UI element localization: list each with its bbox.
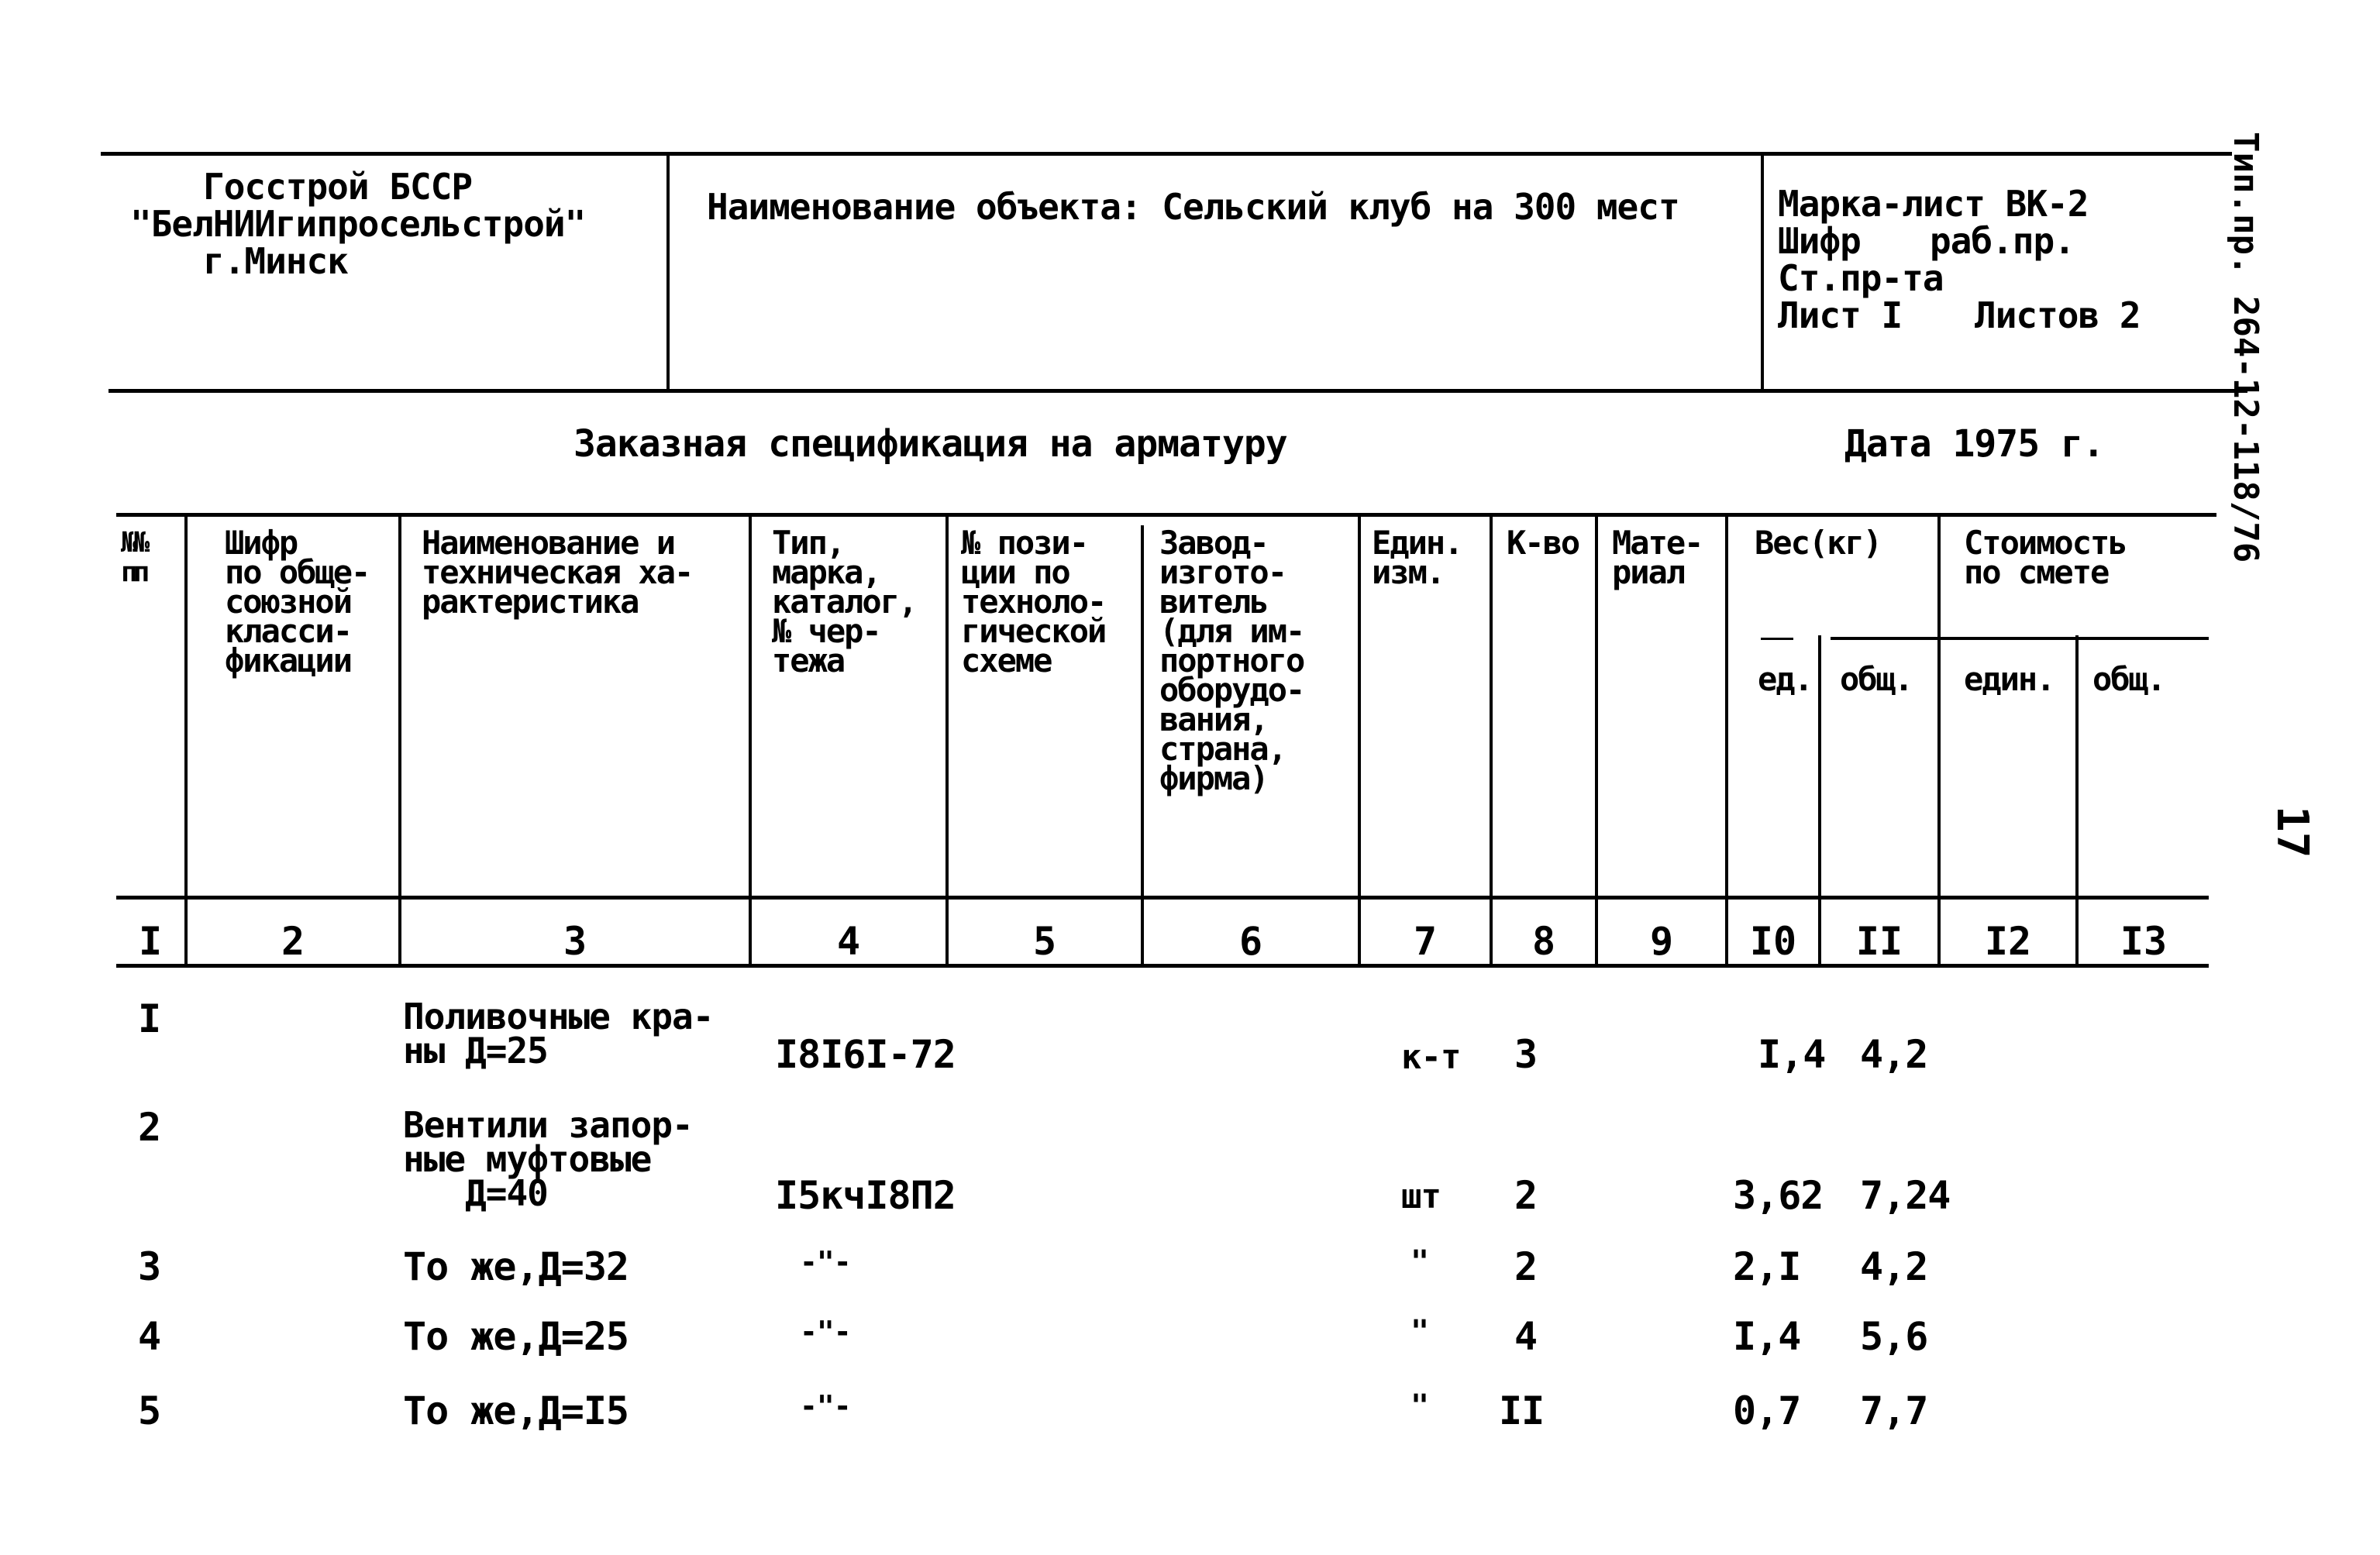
header-cost-unit: един.	[1964, 660, 2055, 698]
header-position-number: № пози- ции по техноло- гической схеме	[961, 524, 1107, 679]
row-2-unit: шт	[1401, 1177, 1441, 1216]
row-3-name: То же,Д=32	[403, 1244, 629, 1289]
colnum-5: 5	[1032, 919, 1057, 964]
header-cost: Стоимость по смете	[1964, 524, 2128, 591]
marka-list: Марка-лист ВК-2	[1778, 183, 2089, 225]
row-1-number: I	[138, 996, 161, 1041]
col-divider-4	[945, 514, 949, 965]
colnum-4: 4	[836, 919, 861, 964]
object-name: Наименование объекта: Сельский клуб на 3…	[707, 186, 1680, 228]
title-block-divider-2	[1761, 153, 1764, 390]
colnum-12: I2	[1984, 919, 2032, 964]
title-block-divider-1	[666, 153, 670, 390]
sheets-total: Листов 2	[1975, 294, 2141, 336]
colnum-bottom-rule	[116, 964, 2209, 968]
col-divider-12	[2075, 635, 2079, 965]
colnum-1: I	[138, 919, 163, 964]
colnum-3: 3	[563, 919, 587, 964]
row-2-qty: 2	[1514, 1173, 1538, 1218]
row-3-weight-unit: 2,I	[1733, 1244, 1801, 1289]
organization-line-2: "БелНИИгипросельстрой"	[130, 203, 586, 245]
header-top-rule	[116, 513, 2216, 517]
header-bottom-rule	[116, 896, 2209, 900]
row-1-weight-unit: I,4	[1758, 1032, 1826, 1077]
row-1-weight-total: 4,2	[1860, 1032, 1928, 1077]
col-divider-11	[1937, 514, 1941, 965]
header-classification-code: Шифр по обще- союзной класси- фикации	[225, 524, 370, 679]
row-5-qty: II	[1499, 1388, 1545, 1433]
document-date: Дата 1975 г.	[1844, 422, 2105, 466]
row-4-weight-total: 5,6	[1860, 1314, 1928, 1359]
header-weight-total: общ.	[1840, 660, 1913, 698]
colnum-2: 2	[281, 919, 305, 964]
header-material: Мате- риал	[1612, 524, 1703, 591]
col-divider-7	[1490, 514, 1493, 965]
document-title: Заказная спецификация на арматуру	[573, 422, 1288, 466]
header-name-characteristics: Наименование и техническая ха- рактерист…	[422, 524, 694, 621]
row-3-unit: "	[1410, 1244, 1429, 1280]
header-type-mark: Тип, марка, каталог, № чер- тежа	[772, 524, 918, 679]
row-4-name: То же,Д=25	[403, 1314, 629, 1359]
row-2-name: Вентили запор- ные муфтовые Д=40	[403, 1104, 694, 1214]
row-3-number: 3	[138, 1244, 161, 1289]
row-5-weight-unit: 0,7	[1733, 1388, 1801, 1433]
col-divider-10	[1818, 635, 1821, 965]
project-stage: Ст.пр-та	[1778, 257, 1944, 299]
row-5-weight-total: 7,7	[1860, 1388, 1928, 1433]
row-4-type: -"-	[800, 1315, 852, 1349]
subheader-rule-stub	[1761, 638, 1793, 640]
shifr-label: Шифр	[1778, 220, 1862, 262]
row-4-qty: 4	[1514, 1314, 1538, 1359]
shifr-value: раб.пр.	[1930, 220, 2075, 262]
organization-line-1: Госстрой БССР	[203, 166, 473, 208]
row-2-type: I5кчI8П2	[775, 1173, 956, 1218]
row-1-name: Поливочные кра- ны Д=25	[403, 996, 714, 1072]
row-5-unit: "	[1410, 1388, 1429, 1424]
colnum-9: 9	[1649, 919, 1674, 964]
row-5-number: 5	[138, 1388, 161, 1433]
row-5-type: -"-	[800, 1389, 852, 1423]
row-1-type: I8I6I-72	[775, 1032, 956, 1077]
row-3-qty: 2	[1514, 1244, 1538, 1289]
page-number: 17	[2267, 806, 2317, 858]
header-unit: Един. изм.	[1372, 524, 1463, 591]
subheader-rule	[1831, 637, 2209, 640]
colnum-13: I3	[2120, 919, 2168, 964]
row-2-weight-total: 7,24	[1860, 1173, 1951, 1218]
row-1-qty: 3	[1514, 1032, 1538, 1077]
col-divider-9	[1725, 514, 1728, 965]
colnum-6: 6	[1238, 919, 1263, 964]
col-divider-5	[1141, 525, 1144, 965]
header-manufacturer: Завод- изгото- витель (для им- портного …	[1159, 524, 1305, 797]
header-row-number: №№ пп	[121, 527, 150, 588]
header-cost-total: общ.	[2092, 660, 2166, 698]
row-3-weight-total: 4,2	[1860, 1244, 1928, 1289]
col-divider-2	[398, 514, 401, 965]
col-divider-8	[1595, 514, 1598, 965]
colnum-8: 8	[1531, 919, 1556, 964]
row-2-weight-unit: 3,62	[1733, 1173, 1824, 1218]
row-3-type: -"-	[800, 1245, 852, 1279]
organization-line-3: г.Минск	[203, 240, 349, 282]
row-5-name: То же,Д=I5	[403, 1388, 629, 1433]
row-4-number: 4	[138, 1314, 161, 1359]
header-weight-unit: ед.	[1758, 660, 1813, 698]
header-quantity: К-во	[1507, 524, 1580, 562]
title-block-bottom-rule	[108, 389, 2247, 393]
header-weight: Вес(кг)	[1755, 524, 1882, 562]
row-4-unit: "	[1410, 1314, 1429, 1350]
colnum-11: II	[1855, 919, 1903, 964]
col-divider-3	[749, 514, 752, 965]
row-4-weight-unit: I,4	[1733, 1314, 1801, 1359]
row-2-number: 2	[138, 1105, 161, 1150]
row-1-unit: к-т	[1401, 1037, 1461, 1077]
col-divider-6	[1358, 514, 1361, 965]
colnum-10: I0	[1749, 919, 1797, 964]
title-block-top-rule	[101, 152, 2232, 156]
sheet-number: Лист I	[1778, 294, 1903, 336]
side-stamp: Тип.пр. 264-12-118/76	[2226, 132, 2265, 563]
colnum-7: 7	[1413, 919, 1438, 964]
col-divider-1	[184, 514, 188, 965]
